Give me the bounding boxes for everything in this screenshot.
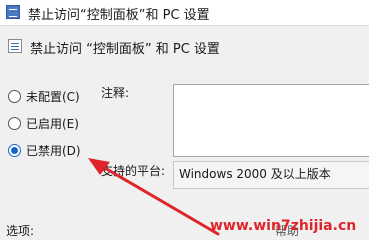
radio-label-enabled: 已启用(E) bbox=[26, 116, 79, 131]
radio-not-configured[interactable]: 未配置(C) bbox=[8, 86, 80, 106]
policy-setting-icon bbox=[8, 39, 22, 53]
radio-disabled[interactable]: 已禁用(D) bbox=[8, 140, 81, 160]
comment-label: 注释: bbox=[101, 86, 130, 100]
supported-platform-field: Windows 2000 及以上版本 bbox=[173, 161, 369, 189]
radio-enabled[interactable]: 已启用(E) bbox=[8, 113, 79, 133]
options-label: 选项: bbox=[6, 224, 35, 238]
radio-label-not-configured: 未配置(C) bbox=[26, 89, 80, 104]
title-bar: 禁止访问“控制面板”和 PC 设置 bbox=[0, 0, 369, 26]
radio-circle[interactable] bbox=[8, 116, 21, 130]
radio-label-disabled: 已禁用(D) bbox=[26, 143, 81, 158]
policy-settings-icon bbox=[6, 5, 20, 19]
radio-circle[interactable] bbox=[8, 89, 21, 103]
window-title: 禁止访问“控制面板”和 PC 设置 bbox=[28, 8, 210, 23]
policy-title: 禁止访问 “控制面板” 和 PC 设置 bbox=[30, 42, 220, 57]
comment-textarea[interactable] bbox=[173, 84, 369, 157]
supported-platform-label: 支持的平台: bbox=[101, 164, 166, 178]
watermark-text: www.win7zhijia.cn bbox=[210, 218, 357, 234]
radio-circle-checked[interactable] bbox=[8, 143, 21, 157]
